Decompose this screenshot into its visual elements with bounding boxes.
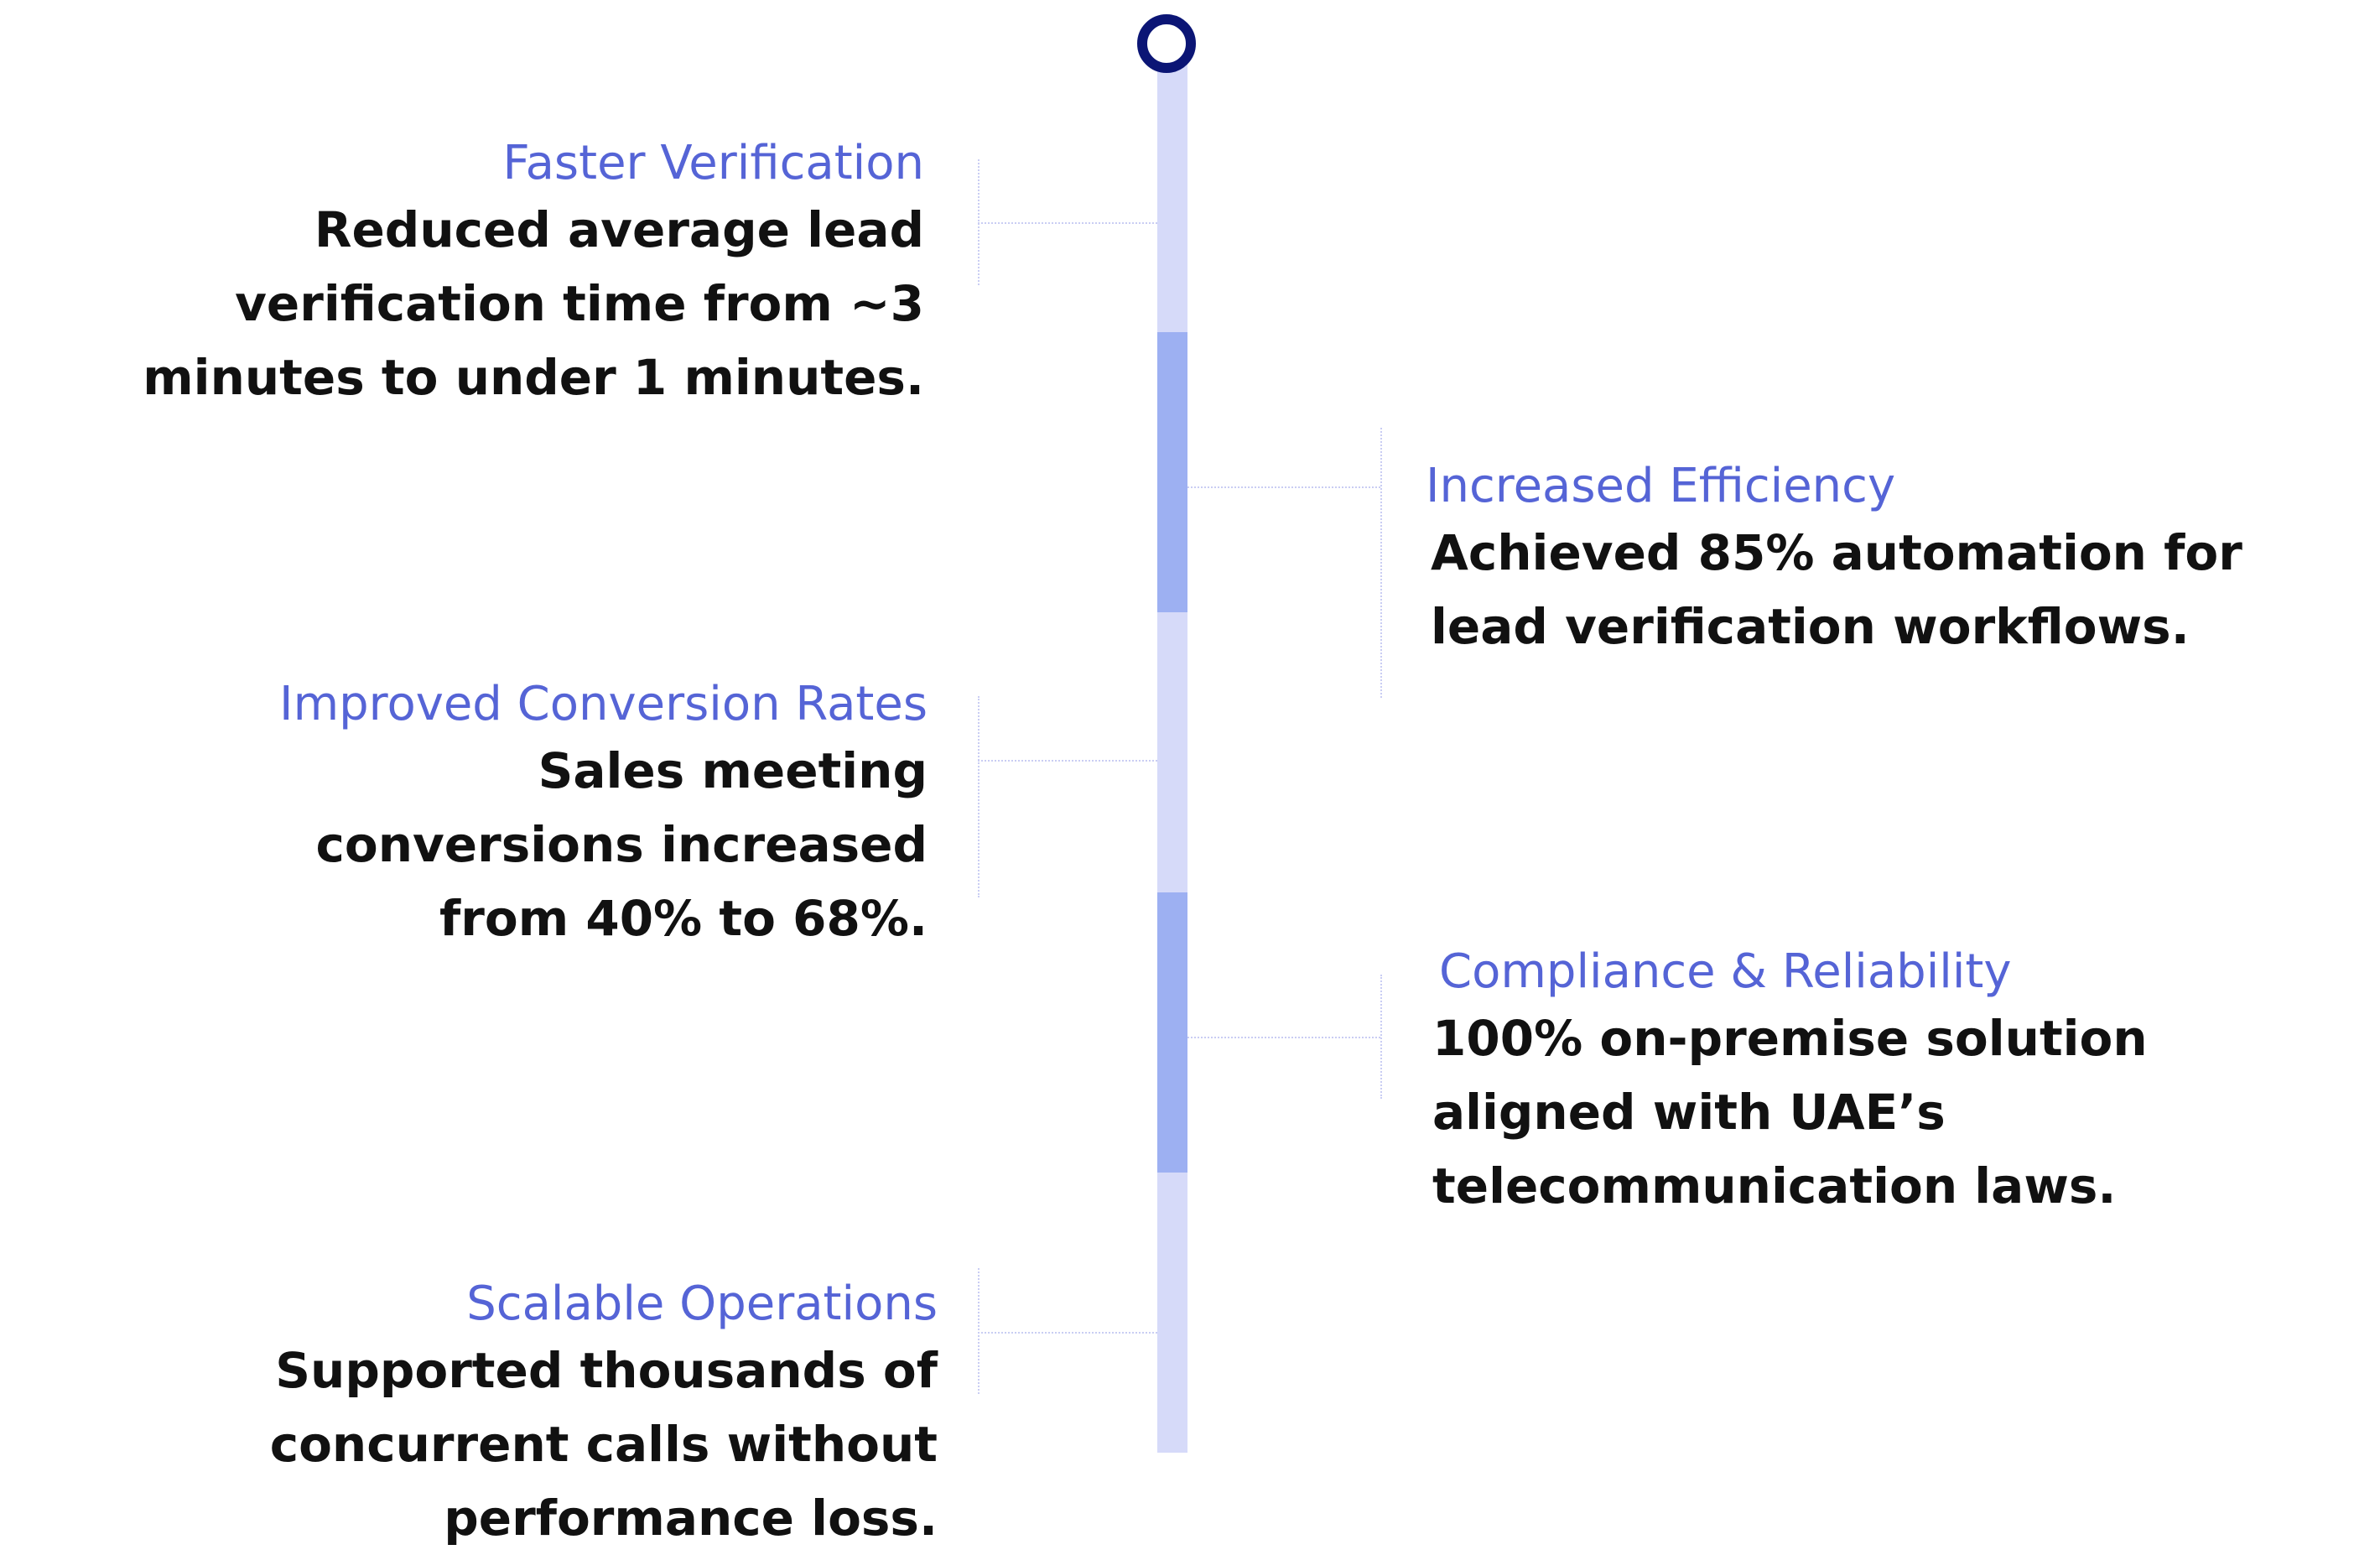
connector-bracket <box>1380 975 1382 1099</box>
connector-line <box>978 760 1157 762</box>
item-description: Reduced average lead verification time f… <box>143 201 924 406</box>
item-title: Improved Conversion Rates <box>279 677 928 731</box>
timeline-segment <box>1157 892 1187 1173</box>
timeline-item-scalable-operations: Scalable Operations Supported thousands … <box>8 1275 938 1555</box>
item-description: 100% on-premise solution aligned with UA… <box>1432 1010 2148 1214</box>
timeline-item-increased-efficiency: Increased Efficiency Achieved 85% automa… <box>1426 457 2348 663</box>
item-title: Increased Efficiency <box>1426 459 1896 513</box>
results-timeline: Faster Verification Reduced average lead… <box>0 0 2380 1547</box>
timeline-item-improved-conversion-rates: Improved Conversion Rates Sales meeting … <box>168 675 928 955</box>
connector-line <box>978 1332 1157 1334</box>
timeline-segment <box>1157 332 1187 612</box>
timeline-start-marker <box>1137 14 1196 73</box>
item-title: Scalable Operations <box>466 1277 938 1331</box>
item-title: Faster Verification <box>502 136 924 190</box>
item-description: Supported thousands of concurrent calls … <box>269 1342 938 1547</box>
connector-bracket <box>978 696 980 897</box>
timeline-item-compliance-reliability: Compliance & Reliability 100% on-premise… <box>1432 943 2362 1223</box>
connector-line <box>978 222 1157 224</box>
connector-bracket <box>1380 428 1382 698</box>
timeline-segment <box>1157 1173 1187 1453</box>
connector-line <box>1187 486 1380 488</box>
timeline-segment <box>1157 50 1187 332</box>
item-description: Sales meeting conversions increased from… <box>315 742 928 947</box>
connector-bracket <box>978 1268 980 1394</box>
item-title: Compliance & Reliability <box>1439 944 2012 999</box>
item-description: Achieved 85% automation for lead verific… <box>1431 524 2242 655</box>
timeline-item-faster-verification: Faster Verification Reduced average lead… <box>0 134 924 414</box>
timeline-segment <box>1157 612 1187 892</box>
connector-line <box>1187 1037 1380 1038</box>
